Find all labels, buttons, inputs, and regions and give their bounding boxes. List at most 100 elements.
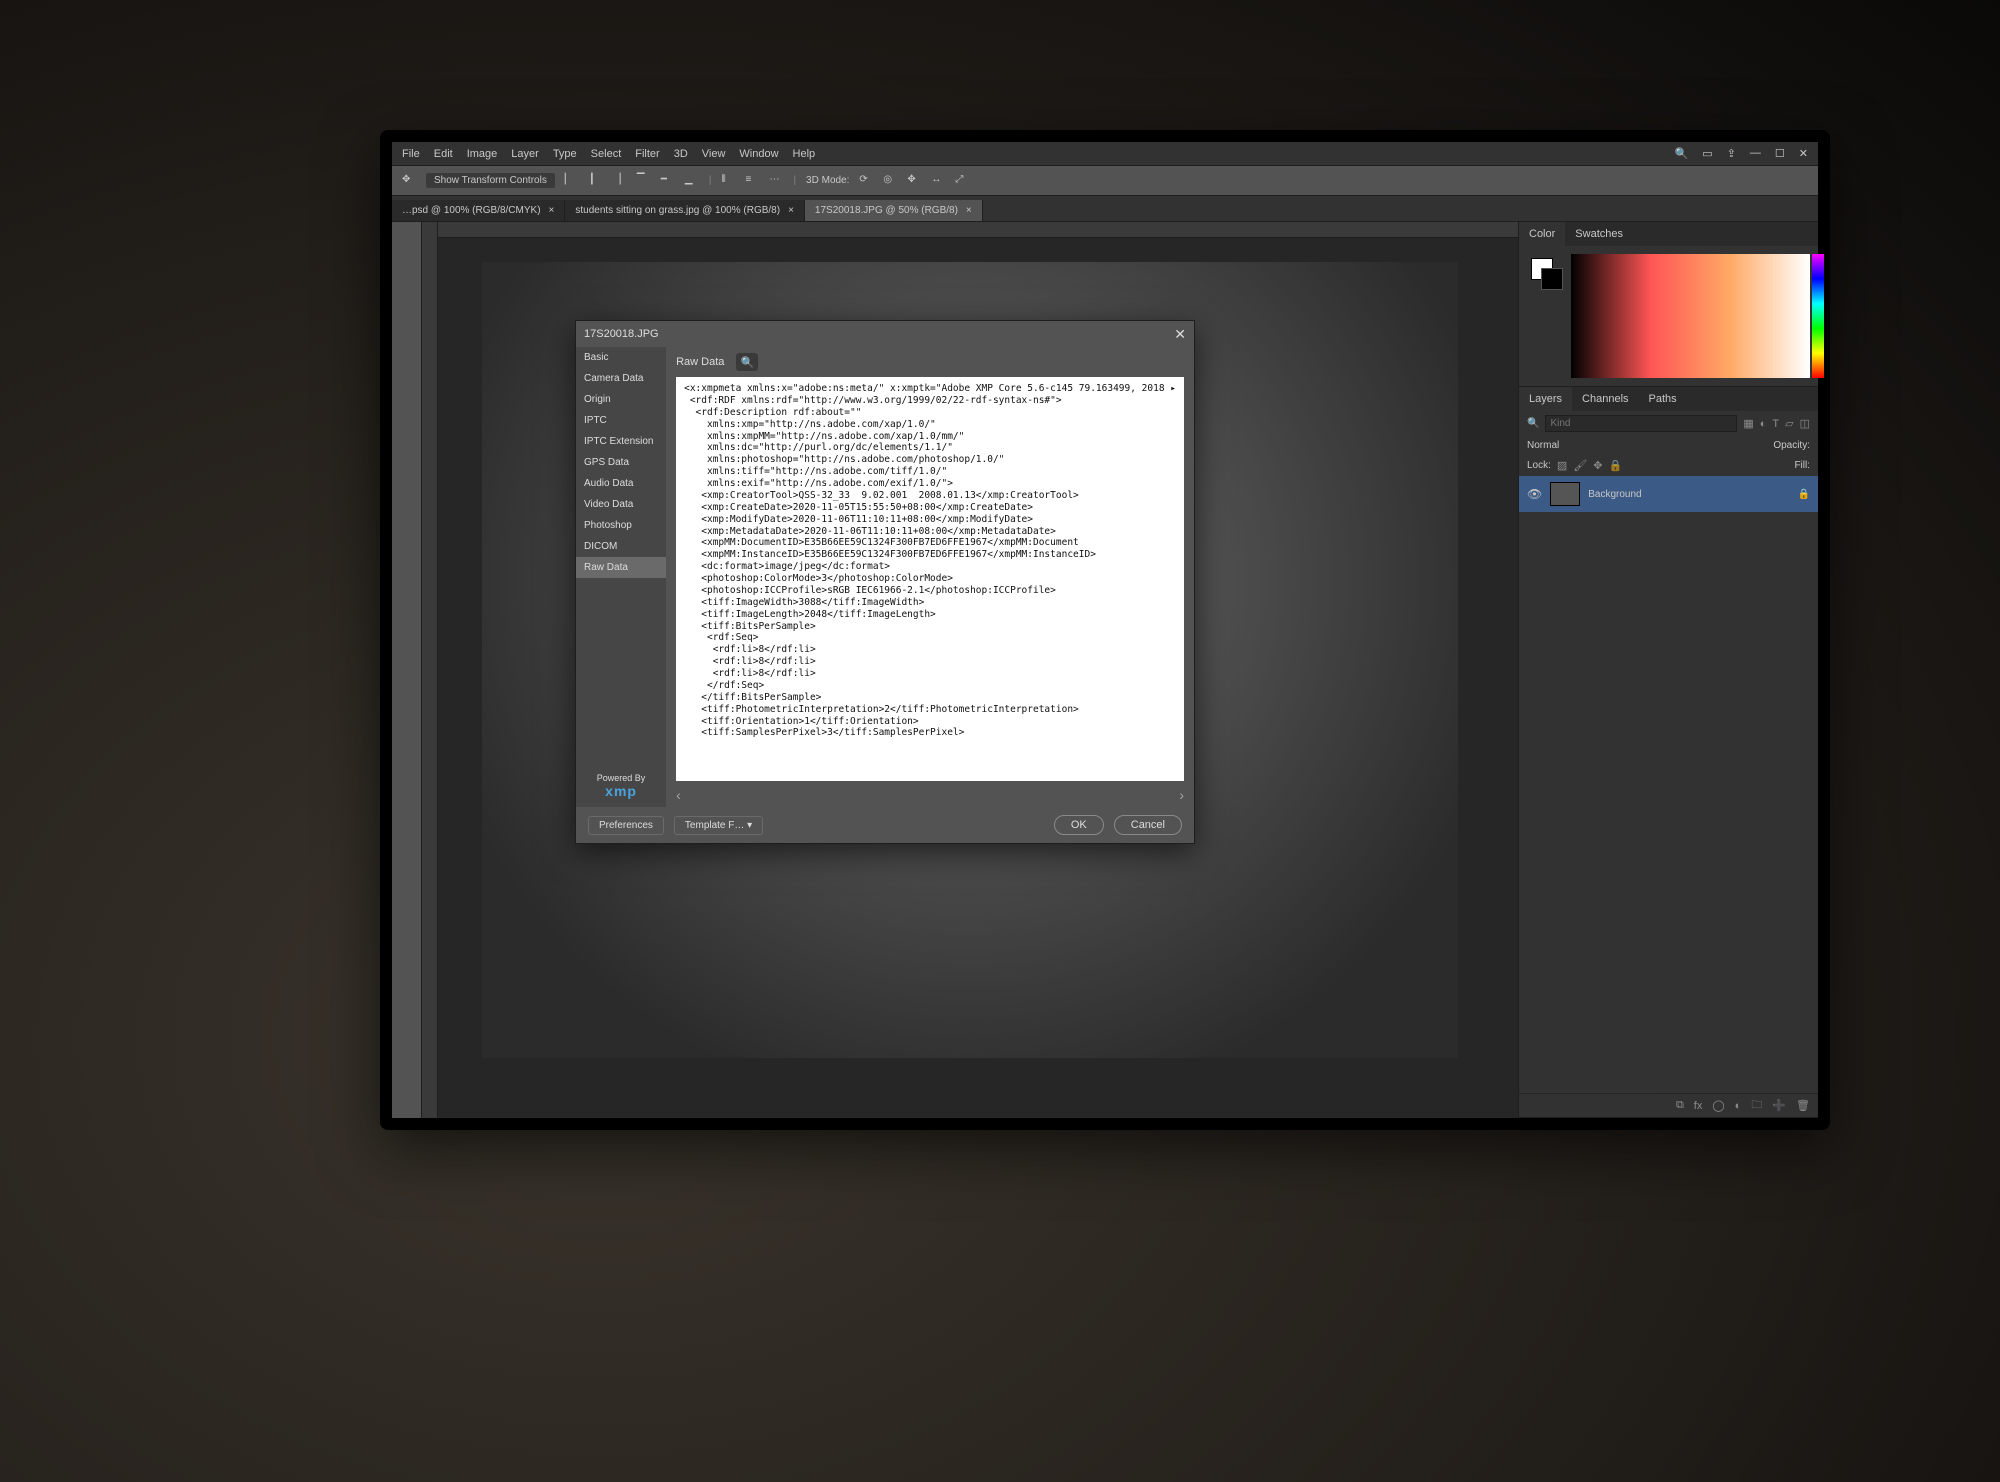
3d-scale-icon[interactable]: ⤢ bbox=[955, 174, 969, 188]
close-button[interactable]: ✕ bbox=[1799, 147, 1808, 160]
document-tab[interactable]: …psd @ 100% (RGB/8/CMYK) × bbox=[392, 200, 565, 221]
category-audio-data[interactable]: Audio Data bbox=[576, 473, 666, 494]
dialog-search-icon[interactable]: 🔍 bbox=[736, 353, 758, 371]
category-video-data[interactable]: Video Data bbox=[576, 494, 666, 515]
minimize-button[interactable]: — bbox=[1750, 147, 1761, 160]
blend-mode-select[interactable]: Normal bbox=[1527, 440, 1559, 451]
mask-icon[interactable]: ◯ bbox=[1712, 1099, 1724, 1112]
category-origin[interactable]: Origin bbox=[576, 389, 666, 410]
lock-all-icon[interactable]: 🔒 bbox=[1609, 459, 1623, 472]
ok-button[interactable]: OK bbox=[1054, 815, 1104, 835]
category-camera-data[interactable]: Camera Data bbox=[576, 368, 666, 389]
align-middle-icon[interactable]: ━ bbox=[661, 174, 675, 188]
tools-panel[interactable] bbox=[392, 222, 422, 1118]
close-tab-icon[interactable]: × bbox=[966, 205, 972, 216]
scroll-right-icon[interactable]: › bbox=[1179, 787, 1184, 803]
align-center-icon[interactable]: ┃ bbox=[589, 174, 603, 188]
fg-bg-swatches[interactable] bbox=[1527, 254, 1563, 378]
template-dropdown[interactable]: Template F… ▾ bbox=[674, 816, 763, 835]
menu-edit[interactable]: Edit bbox=[434, 148, 453, 160]
3d-orbit-icon[interactable]: ⟳ bbox=[859, 174, 873, 188]
hue-slider[interactable] bbox=[1812, 254, 1824, 378]
scroll-left-icon[interactable]: ‹ bbox=[676, 787, 681, 803]
color-picker[interactable] bbox=[1571, 254, 1810, 378]
workspace-icon[interactable]: ▭ bbox=[1702, 147, 1712, 160]
layer-item[interactable]: 👁 Background 🔒 bbox=[1519, 476, 1818, 512]
menu-window[interactable]: Window bbox=[739, 148, 778, 160]
category-iptc-extension[interactable]: IPTC Extension bbox=[576, 431, 666, 452]
filter-shape-icon[interactable]: ▱ bbox=[1785, 417, 1793, 430]
lock-transparency-icon[interactable]: ▨ bbox=[1557, 459, 1567, 472]
more-icon[interactable]: ⋯ bbox=[769, 174, 783, 188]
ruler-vertical bbox=[422, 222, 438, 1118]
link-layers-icon[interactable]: ⧉ bbox=[1676, 1099, 1684, 1112]
share-icon[interactable]: ⇪ bbox=[1727, 147, 1736, 160]
align-bottom-icon[interactable]: ▁ bbox=[685, 174, 699, 188]
3d-slide-icon[interactable]: ↔ bbox=[931, 174, 945, 188]
filter-icon[interactable]: 🔍 bbox=[1527, 418, 1539, 429]
document-tab-active[interactable]: 17S20018.JPG @ 50% (RGB/8) × bbox=[805, 200, 983, 221]
content-header: Raw Data bbox=[676, 356, 724, 368]
filter-pixel-icon[interactable]: ▦ bbox=[1743, 417, 1753, 430]
menu-image[interactable]: Image bbox=[467, 148, 498, 160]
adjustment-icon[interactable]: ◐ bbox=[1735, 1100, 1742, 1112]
file-info-dialog: 17S20018.JPG ✕ Basic Camera Data Origin … bbox=[575, 320, 1195, 844]
distribute-v-icon[interactable]: ≡ bbox=[745, 174, 759, 188]
menu-layer[interactable]: Layer bbox=[511, 148, 539, 160]
cancel-button[interactable]: Cancel bbox=[1114, 815, 1182, 835]
search-icon[interactable]: 🔍 bbox=[1675, 147, 1689, 160]
background-color[interactable] bbox=[1541, 268, 1563, 290]
menu-help[interactable]: Help bbox=[793, 148, 816, 160]
category-iptc[interactable]: IPTC bbox=[576, 410, 666, 431]
align-left-icon[interactable]: ▏ bbox=[565, 174, 579, 188]
tab-paths[interactable]: Paths bbox=[1639, 387, 1687, 411]
fill-label: Fill: bbox=[1794, 460, 1810, 471]
3d-pan-icon[interactable]: ✥ bbox=[907, 174, 921, 188]
tab-channels[interactable]: Channels bbox=[1572, 387, 1638, 411]
maximize-button[interactable]: ☐ bbox=[1775, 147, 1785, 160]
category-photoshop[interactable]: Photoshop bbox=[576, 515, 666, 536]
align-top-icon[interactable]: ▔ bbox=[637, 174, 651, 188]
filter-type-icon[interactable]: T bbox=[1772, 418, 1779, 430]
category-gps-data[interactable]: GPS Data bbox=[576, 452, 666, 473]
color-panel: Color Swatches bbox=[1519, 222, 1818, 387]
show-transform-controls[interactable]: Show Transform Controls bbox=[426, 173, 555, 188]
preferences-button[interactable]: Preferences bbox=[588, 816, 664, 835]
tab-layers[interactable]: Layers bbox=[1519, 387, 1572, 411]
dialog-close-icon[interactable]: ✕ bbox=[1174, 326, 1186, 343]
document-tab-label: 17S20018.JPG @ 50% (RGB/8) bbox=[815, 205, 958, 216]
align-right-icon[interactable]: ▕ bbox=[613, 174, 627, 188]
filter-adjust-icon[interactable]: ◐ bbox=[1760, 418, 1767, 430]
category-dicom[interactable]: DICOM bbox=[576, 536, 666, 557]
layers-status-bar: ⧉ fx ◯ ◐ 🗀 ➕ 🗑 bbox=[1519, 1093, 1818, 1117]
filter-smart-icon[interactable]: ◫ bbox=[1800, 417, 1810, 430]
new-layer-icon[interactable]: ➕ bbox=[1772, 1099, 1786, 1112]
tab-color[interactable]: Color bbox=[1519, 222, 1565, 246]
close-tab-icon[interactable]: × bbox=[788, 205, 794, 216]
distribute-h-icon[interactable]: ⫴ bbox=[721, 174, 735, 188]
group-icon[interactable]: 🗀 bbox=[1751, 1096, 1762, 1115]
raw-data-textarea[interactable]: <x:xmpmeta xmlns:x="adobe:ns:meta/" x:xm… bbox=[676, 377, 1184, 781]
menu-select[interactable]: Select bbox=[591, 148, 622, 160]
menu-filter[interactable]: Filter bbox=[635, 148, 659, 160]
close-tab-icon[interactable]: × bbox=[549, 205, 555, 216]
category-basic[interactable]: Basic bbox=[576, 347, 666, 368]
tab-swatches[interactable]: Swatches bbox=[1565, 222, 1633, 246]
fx-icon[interactable]: fx bbox=[1694, 1100, 1703, 1112]
menu-file[interactable]: File bbox=[402, 148, 420, 160]
3d-roll-icon[interactable]: ◎ bbox=[883, 174, 897, 188]
visibility-icon[interactable]: 👁 bbox=[1527, 487, 1542, 501]
menu-type[interactable]: Type bbox=[553, 148, 577, 160]
menu-3d[interactable]: 3D bbox=[674, 148, 688, 160]
lock-icon: 🔒 bbox=[1798, 489, 1810, 500]
document-tab[interactable]: students sitting on grass.jpg @ 100% (RG… bbox=[565, 200, 805, 221]
document-tab-label: students sitting on grass.jpg @ 100% (RG… bbox=[575, 205, 780, 216]
layer-filter-input[interactable] bbox=[1545, 415, 1737, 432]
delete-layer-icon[interactable]: 🗑 bbox=[1796, 1099, 1810, 1112]
menu-view[interactable]: View bbox=[702, 148, 726, 160]
category-raw-data[interactable]: Raw Data bbox=[576, 557, 666, 578]
lock-pixels-icon[interactable]: 🖌 bbox=[1573, 459, 1587, 472]
lock-position-icon[interactable]: ✥ bbox=[1593, 459, 1602, 472]
dialog-title: 17S20018.JPG bbox=[584, 328, 659, 340]
dialog-titlebar[interactable]: 17S20018.JPG ✕ bbox=[576, 321, 1194, 347]
